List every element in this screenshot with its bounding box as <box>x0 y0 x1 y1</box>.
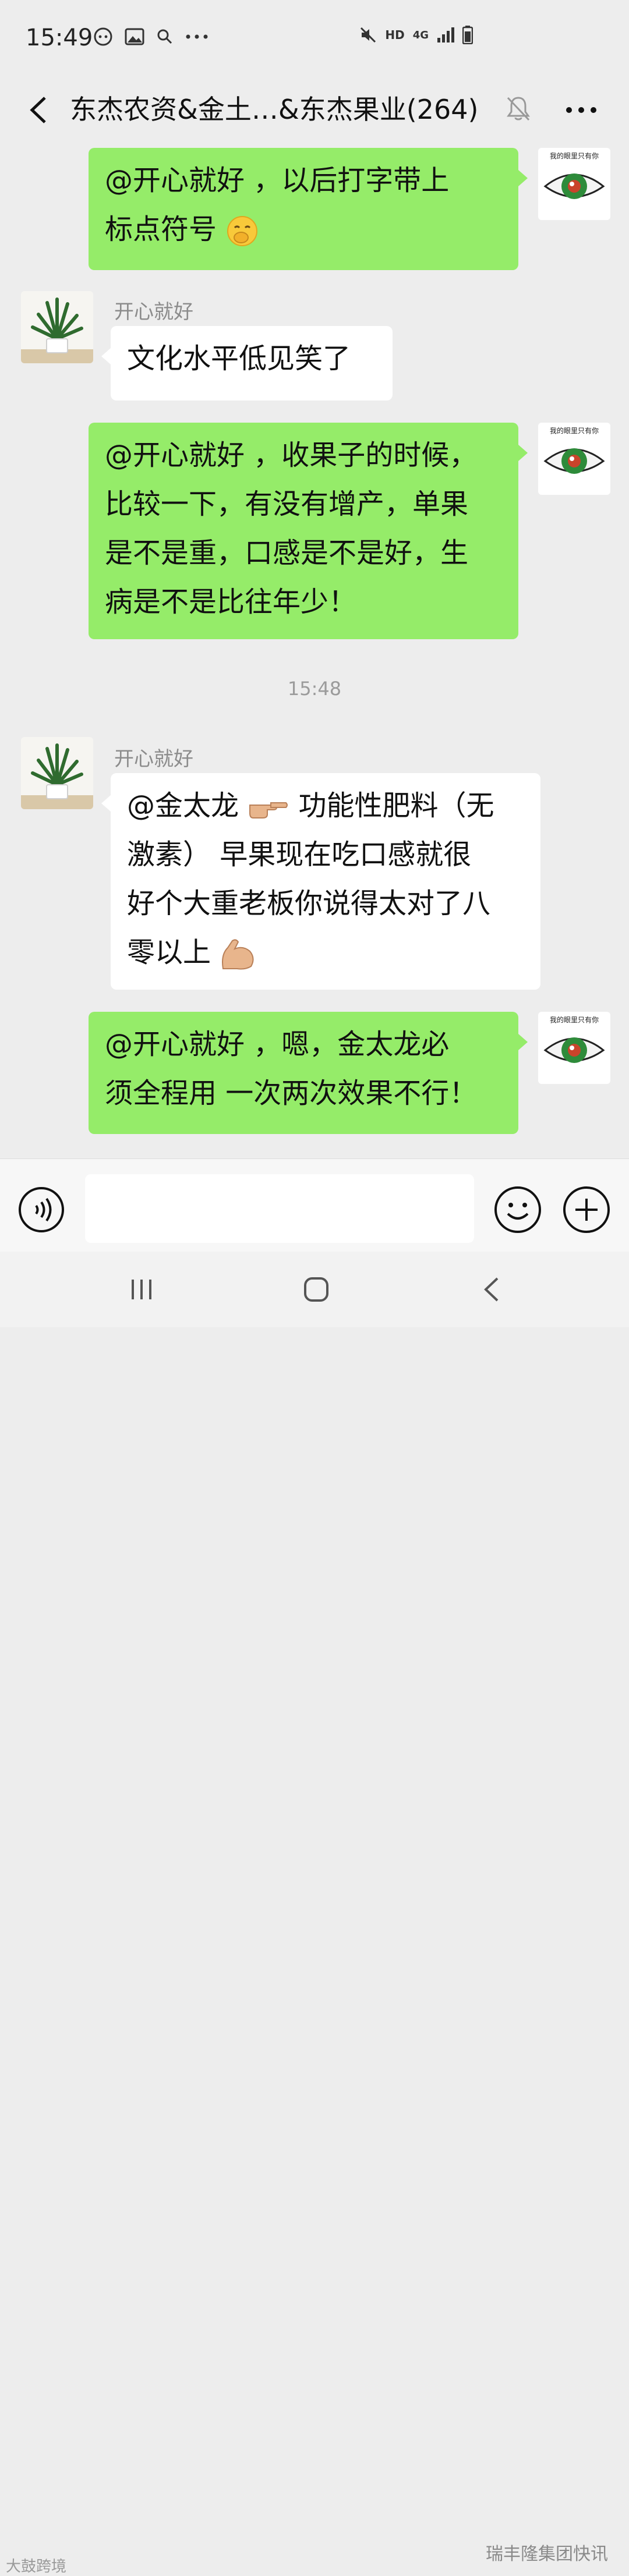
network-label: 4G <box>412 29 429 41</box>
eye-avatar-icon: 我的眼里只有你 <box>538 1012 610 1084</box>
message-line: @开心就好 ，以后打字带上 <box>105 164 450 197</box>
plus-circle-icon <box>563 1186 610 1233</box>
status-icons-right: HD 4G <box>359 26 473 44</box>
message-line: 功能性肥料（无 <box>298 789 494 822</box>
message-line-with-emoji: @金太龙 功能性肥料（无 <box>127 781 524 830</box>
back-button[interactable] <box>21 91 56 129</box>
status-icons-left <box>93 27 209 47</box>
plant-avatar-icon <box>21 737 93 809</box>
home-icon <box>304 1277 328 1302</box>
more-dots-icon <box>186 34 208 39</box>
recent-apps-icon <box>132 1280 151 1299</box>
search-icon <box>157 29 172 44</box>
avatar-self[interactable]: 我的眼里只有你 <box>538 423 610 495</box>
system-navigation-bar: 大鼓跨境 瑞丰隆集团快讯 <box>0 1252 629 2575</box>
avatar-other[interactable] <box>21 291 93 363</box>
avatar-self[interactable]: 我的眼里只有你 <box>538 1012 610 1084</box>
status-time: 15:49 <box>26 24 93 51</box>
avatar-caption: 我的眼里只有你 <box>550 151 599 160</box>
image-icon <box>125 28 144 45</box>
message-line: 须全程用 一次两次效果不行！ <box>105 1077 478 1110</box>
more-button[interactable] <box>558 91 605 129</box>
message-line-with-emoji: 标点符号 <box>105 205 502 254</box>
message-input[interactable] <box>85 1174 474 1243</box>
battery-icon <box>462 26 473 44</box>
message-line: 好个大重老板你说得太对了八 <box>127 887 491 920</box>
avatar-caption: 我的眼里只有你 <box>550 426 599 435</box>
avatar-caption: 我的眼里只有你 <box>550 1015 599 1024</box>
watermark-right: 瑞丰隆集团快讯 <box>486 2544 608 2564</box>
status-bar: 15:49 HD 4G <box>0 0 629 76</box>
chat-title: 东杰农资&金土…&东杰果业(264) <box>70 94 479 125</box>
bell-off-icon <box>507 97 530 121</box>
plant-avatar-icon <box>21 291 93 363</box>
message-line: 是不是重，口感是不是好，生 <box>105 537 469 569</box>
signal-icon <box>437 27 454 42</box>
message-bubble-incoming[interactable]: 文化水平低见笑了 <box>101 326 393 401</box>
message-line-with-emoji: 零以上 <box>127 928 524 977</box>
eye-avatar-icon: 我的眼里只有你 <box>538 148 610 220</box>
recent-apps-button[interactable] <box>127 1275 156 1304</box>
more-dots-icon <box>566 107 596 113</box>
system-back-button[interactable] <box>478 1275 507 1304</box>
hand-over-mouth-emoji <box>227 216 258 246</box>
chat-header: 东杰农资&金土…&东杰果业(264) <box>0 76 629 146</box>
avatar-self[interactable]: 我的眼里只有你 <box>538 148 610 220</box>
notification-muted-indicator <box>503 90 533 128</box>
avatar-other[interactable] <box>21 737 93 809</box>
message-bubble-outgoing[interactable]: @开心就好 ，以后打字带上 标点符号 <box>89 148 528 270</box>
more-actions-button[interactable] <box>561 1185 612 1235</box>
sender-name: 开心就好 <box>114 747 193 771</box>
back-icon <box>484 1277 499 1302</box>
voice-icon <box>19 1187 64 1232</box>
message-line: @开心就好 ，嗯，金太龙必 <box>105 1028 450 1061</box>
message-bubble-incoming[interactable]: @金太龙 功能性肥料（无 激素） 早果现在吃口感就很 好个大重老板你说得太对了八… <box>101 773 540 990</box>
home-button[interactable] <box>302 1275 331 1304</box>
pointing-right-emoji <box>249 802 288 818</box>
voice-button[interactable] <box>17 1186 65 1234</box>
eye-avatar-icon: 我的眼里只有你 <box>538 423 610 495</box>
message-bubble-outgoing[interactable]: @开心就好 ，嗯，金太龙必 须全程用 一次两次效果不行！ <box>89 1012 528 1134</box>
smile-icon <box>494 1186 541 1233</box>
message-line: 标点符号 <box>105 213 217 246</box>
mute-icon <box>361 27 376 43</box>
watermark-left: 大鼓跨境 <box>6 2558 67 2575</box>
chevron-left-icon <box>30 97 46 123</box>
chat-bubble-icon <box>94 27 112 46</box>
hd-label: HD <box>385 28 405 42</box>
message-line: 文化水平低见笑了 <box>127 342 351 375</box>
message-line: @金太龙 <box>127 789 239 822</box>
message-line: 激素） 早果现在吃口感就很 <box>127 838 472 871</box>
sender-name: 开心就好 <box>114 300 193 324</box>
message-line: 比较一下，有没有增产，单果 <box>105 488 469 520</box>
input-bar <box>0 1158 629 1252</box>
message-bubble-outgoing[interactable]: @开心就好 ，收果子的时候， 比较一下，有没有增产，单果 是不是重，口感是不是好… <box>89 423 528 639</box>
flexed-biceps-emoji <box>222 939 254 970</box>
emoji-button[interactable] <box>493 1185 543 1235</box>
message-line: 零以上 <box>127 936 211 969</box>
message-line: @开心就好 ，收果子的时候， <box>105 439 478 472</box>
message-timestamp: 15:48 <box>287 678 342 700</box>
message-line: 病是不是比往年少！ <box>105 586 357 618</box>
